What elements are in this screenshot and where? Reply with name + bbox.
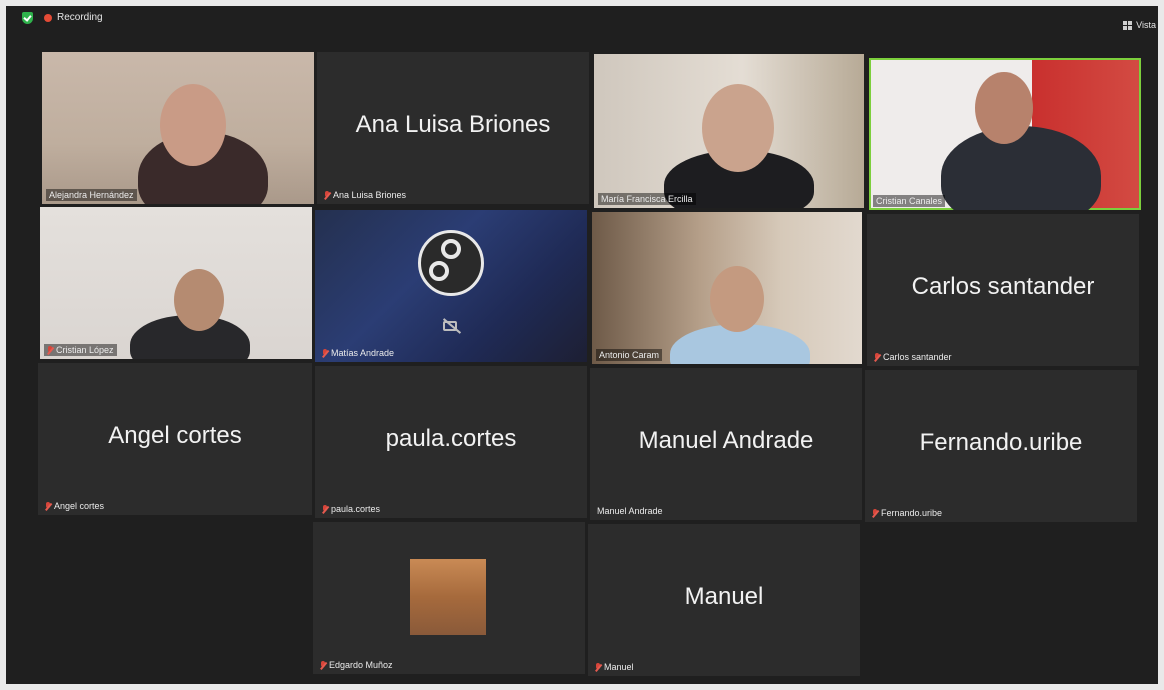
participant-tile[interactable]: paula.cortes paula.cortes <box>315 366 587 518</box>
recording-indicator[interactable]: Recording <box>44 12 103 23</box>
participant-display-name: paula.cortes <box>385 425 517 453</box>
participant-name: Manuel <box>604 662 634 672</box>
participant-name: María Francisca Ercilla <box>601 194 693 204</box>
participant-video <box>941 126 1101 210</box>
participant-name-label: Edgardo Muñoz <box>317 659 396 671</box>
participant-name: Ana Luisa Briones <box>333 190 407 200</box>
participant-name: Fernando.uribe <box>881 508 943 518</box>
participant-name-label: Antonio Caram <box>596 349 663 361</box>
mic-muted-icon <box>595 662 601 672</box>
participant-head <box>710 266 764 332</box>
profile-picture <box>410 559 486 635</box>
participant-display-name: Fernando.uribe <box>919 429 1083 457</box>
participant-tile[interactable]: Cristian López <box>40 207 312 359</box>
participant-name-label: María Francisca Ercilla <box>598 193 696 205</box>
participant-display-name: Carlos santander <box>911 273 1095 301</box>
participant-tile[interactable]: Carlos santander Carlos santander <box>867 214 1139 366</box>
participant-tile[interactable]: Edgardo Muñoz <box>313 522 585 674</box>
mic-muted-icon <box>47 345 53 355</box>
participant-name-label: Alejandra Hernández <box>46 189 137 201</box>
participant-name-label: Cristian López <box>44 344 117 356</box>
participant-tile[interactable]: Ana Luisa Briones Ana Luisa Briones <box>317 52 589 204</box>
participant-name-label: Matías Andrade <box>319 347 397 359</box>
grid-view-icon <box>1123 20 1133 30</box>
participant-display-name: Angel cortes <box>108 422 242 450</box>
obs-logo-icon <box>418 230 484 296</box>
mic-muted-icon <box>45 501 51 511</box>
participant-name: Manuel Andrade <box>597 506 663 516</box>
participant-name: Cristian López <box>56 345 114 355</box>
mic-muted-icon <box>872 508 878 518</box>
participant-name-label: paula.cortes <box>319 503 383 515</box>
participant-name: Angel cortes <box>54 501 105 511</box>
participant-name: paula.cortes <box>331 504 381 514</box>
record-dot-icon <box>44 13 52 22</box>
mic-muted-icon <box>324 190 330 200</box>
top-bar: Recording Vista <box>6 6 1158 32</box>
participant-name: Cristian Canales <box>876 196 943 206</box>
participant-tile[interactable]: Manuel Manuel <box>588 524 860 676</box>
view-label: Vista <box>1136 20 1156 30</box>
view-button[interactable]: Vista <box>1123 20 1156 30</box>
meeting-window: Recording Vista Alejandra Hernández Ana … <box>6 6 1158 684</box>
participant-head <box>160 84 226 166</box>
participant-head <box>702 84 774 172</box>
participant-tile[interactable]: Manuel Andrade Manuel Andrade <box>590 368 862 520</box>
participant-tile[interactable]: Fernando.uribe Fernando.uribe <box>865 370 1137 522</box>
participant-name-label: Carlos santander <box>871 351 955 363</box>
participant-name: Edgardo Muñoz <box>329 660 393 670</box>
participant-head <box>174 269 224 331</box>
participant-tile[interactable]: Matías Andrade <box>315 210 587 362</box>
participant-name: Carlos santander <box>883 352 952 362</box>
participant-name-label: Manuel <box>592 661 637 673</box>
mic-muted-icon <box>322 504 328 514</box>
participant-display-name: Ana Luisa Briones <box>355 111 551 139</box>
participant-name-label: Angel cortes <box>42 500 107 512</box>
mic-muted-icon <box>320 660 326 670</box>
participant-tile[interactable]: Angel cortes Angel cortes <box>38 363 312 515</box>
participant-name-label: Fernando.uribe <box>869 507 945 519</box>
participant-tile[interactable]: María Francisca Ercilla <box>594 54 864 208</box>
mic-muted-icon <box>322 348 328 358</box>
participant-tile-active-speaker[interactable]: Cristian Canales <box>869 58 1141 210</box>
participant-name: Antonio Caram <box>599 350 660 360</box>
participant-name: Matías Andrade <box>331 348 395 358</box>
participant-name-label: Cristian Canales <box>873 195 946 207</box>
participant-name: Alejandra Hernández <box>49 190 134 200</box>
participant-display-name: Manuel <box>684 583 764 611</box>
participant-name-label: Ana Luisa Briones <box>321 189 409 201</box>
camera-off-icon <box>441 318 463 334</box>
participant-tile[interactable]: Alejandra Hernández <box>42 52 314 204</box>
participant-name-label: Manuel Andrade <box>594 505 666 517</box>
participant-display-name: Manuel Andrade <box>638 427 814 455</box>
participant-head <box>975 72 1033 144</box>
shield-icon[interactable] <box>22 12 33 24</box>
mic-muted-icon <box>874 352 880 362</box>
recording-label: Recording <box>57 12 103 23</box>
participant-tile[interactable]: Antonio Caram <box>592 212 862 364</box>
